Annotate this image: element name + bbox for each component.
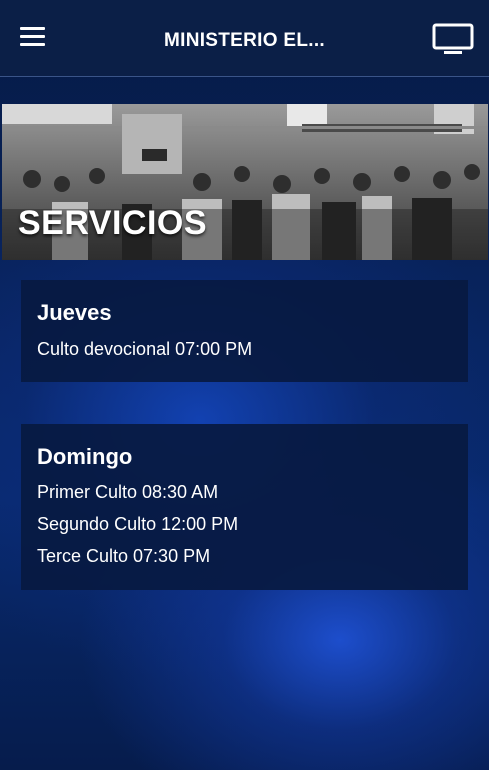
app-title: MINISTERIO EL...	[163, 30, 326, 51]
top-app-bar: MINISTERIO EL...	[0, 0, 489, 77]
service-time: Segundo Culto 12:00 PM	[37, 514, 239, 534]
service-card-jueves: Jueves Culto devocional 07:00 PM	[21, 280, 468, 382]
services-banner: SERVICIOS	[2, 104, 488, 260]
service-day: Jueves	[37, 300, 112, 325]
service-day: Domingo	[37, 444, 133, 469]
tv-icon[interactable]	[432, 23, 474, 55]
service-time: Terce Culto 07:30 PM	[37, 546, 211, 566]
service-time: Primer Culto 08:30 AM	[37, 482, 219, 502]
service-card-domingo: Domingo Primer Culto 08:30 AM Segundo Cu…	[21, 424, 468, 590]
banner-title: SERVICIOS	[18, 204, 208, 242]
service-time: Culto devocional 07:00 PM	[37, 339, 253, 359]
